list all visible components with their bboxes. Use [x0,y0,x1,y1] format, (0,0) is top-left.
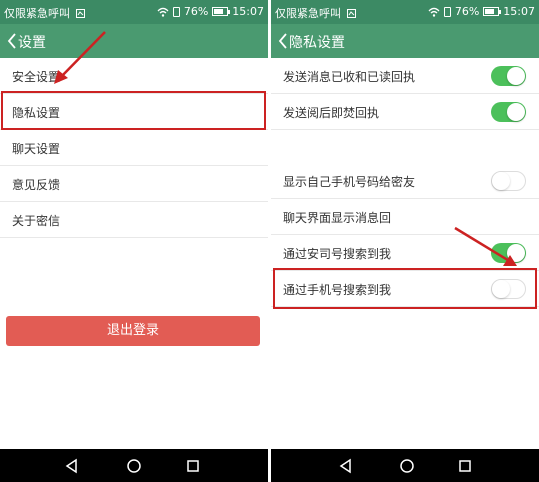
privacy-item-show-phone: 显示自己手机号码给密友 [271,163,539,199]
toggle-switch[interactable] [491,171,526,191]
privacy-item-label: 发送消息已收和已读回执 [283,70,416,84]
sim-icon [172,6,180,17]
home-circle-icon[interactable] [397,456,417,476]
settings-item-label: 关于密信 [12,214,61,228]
home-circle-icon[interactable] [124,456,144,476]
battery-icon [483,7,502,16]
privacy-item-read-receipt: 发送消息已收和已读回执 [271,58,539,94]
app-bar: 设置 [0,24,268,58]
privacy-settings-screen: 仅限紧急呼叫 76% 15:07 隐私设置 发送消息已收和已读回执 发送阅后即焚… [271,0,539,482]
settings-item-security[interactable]: 安全设置 [0,58,268,94]
wifi-icon [157,7,169,17]
back-chevron-icon[interactable] [6,32,18,50]
settings-item-about[interactable]: 关于密信 [0,202,268,238]
pointer-arrow-icon [454,226,517,266]
toggle-knob [507,67,525,85]
highlight-box [1,91,266,130]
back-triangle-icon[interactable] [62,456,82,476]
notification-icon [75,9,85,18]
privacy-item-burn-receipt: 发送阅后即焚回执 [271,94,539,130]
status-bar: 仅限紧急呼叫 76% 15:07 [0,0,268,24]
carrier-text: 仅限紧急呼叫 [275,7,341,20]
settings-item-label: 聊天设置 [12,142,61,156]
page-title: 隐私设置 [289,35,345,51]
settings-item-feedback[interactable]: 意见反馈 [0,166,268,202]
recents-square-icon[interactable] [183,456,203,476]
clock: 15:07 [232,5,264,18]
nav-bar [271,449,539,482]
toggle-switch[interactable] [491,66,526,86]
status-bar: 仅限紧急呼叫 76% 15:07 [271,0,539,24]
privacy-item-label: 发送阅后即焚回执 [283,106,380,120]
notification-icon [346,9,356,18]
sim-icon [443,6,451,17]
nav-bar [0,449,268,482]
highlight-box [273,268,537,309]
wifi-icon [428,7,440,17]
logout-button[interactable]: 退出登录 [6,316,260,346]
toggle-knob [507,103,525,121]
clock: 15:07 [503,5,535,18]
toggle-switch[interactable] [491,102,526,122]
battery-percent: 76% [454,5,480,18]
privacy-item-label: 聊天界面显示消息回 [283,211,392,225]
toggle-knob [492,172,510,190]
settings-item-label: 意见反馈 [12,178,61,192]
privacy-item-label: 通过安司号搜索到我 [283,247,392,261]
privacy-item-label: 显示自己手机号码给密友 [283,175,416,189]
recents-square-icon[interactable] [455,456,475,476]
back-chevron-icon[interactable] [277,32,289,50]
battery-icon [212,7,231,16]
app-bar: 隐私设置 [271,24,539,58]
carrier-text: 仅限紧急呼叫 [4,7,70,20]
settings-item-chat[interactable]: 聊天设置 [0,130,268,166]
settings-screen: 仅限紧急呼叫 76% 15:07 设置 安全设置 隐私设置 聊天设置 意见反馈 … [0,0,268,482]
battery-percent: 76% [183,5,209,18]
back-triangle-icon[interactable] [336,456,356,476]
page-title: 设置 [18,35,46,51]
pointer-arrow-icon [54,31,106,84]
